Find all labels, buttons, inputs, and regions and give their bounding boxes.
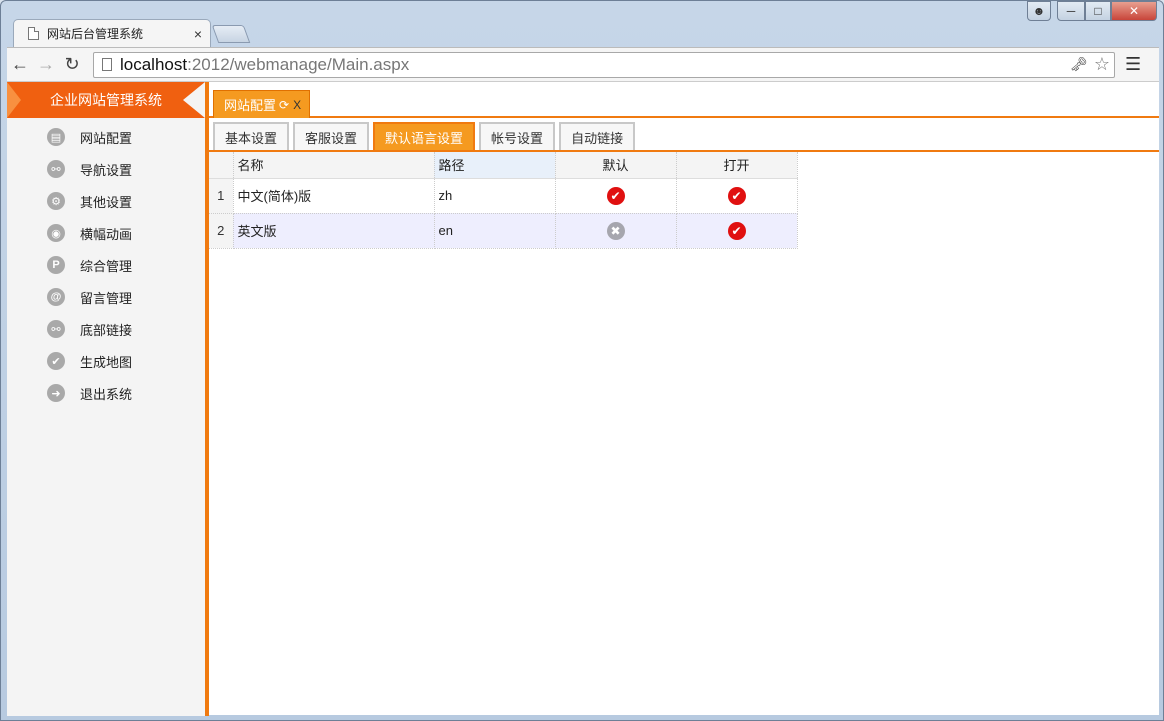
- sidebar-item-label: 综合管理: [80, 258, 133, 274]
- sidebar-item[interactable]: ▤ 网站配置: [7, 121, 205, 153]
- list-icon: ▤: [47, 128, 65, 146]
- minimize-button[interactable]: ─: [1057, 1, 1085, 21]
- sidebar-item-label: 其他设置: [80, 194, 133, 210]
- row-number: 2: [209, 213, 234, 249]
- key-icon[interactable]: 🗝: [1070, 56, 1088, 73]
- check-icon: ✔: [47, 352, 65, 370]
- menu-icon[interactable]: ☰: [1125, 54, 1141, 75]
- window-controls: ☻ ─ □ ✕: [1027, 1, 1157, 21]
- sidebar-item[interactable]: ◉ 横幅动画: [7, 217, 205, 249]
- sidebar-menu: ▤ 网站配置 ⚯ 导航设置 ⚙ 其他设置 ◉ 横幅动画 P 综合管理 @ 留言管理 ⚯ 底部链接 ✔ 生成地图…: [7, 118, 205, 409]
- address-bar[interactable]: localhost :2012/webmanage/Main.aspx 🗝 ☆: [93, 51, 1115, 78]
- page-content: 企业网站管理系统 ▤ 网站配置 ⚯ 导航设置 ⚙ 其他设置 ◉ 横幅动画 P 综合管理 @ 留言管理 ⚯…: [7, 81, 1159, 716]
- inner-tab[interactable]: 默认语言设置: [373, 122, 476, 150]
- default-column-header[interactable]: 默认: [555, 152, 677, 179]
- default-cell: ✔: [555, 178, 677, 214]
- new-tab-button[interactable]: [211, 25, 251, 43]
- path-cell: en: [434, 213, 556, 249]
- open-cell: ✔: [676, 178, 798, 214]
- check-icon[interactable]: ✔: [606, 186, 625, 205]
- forward-icon[interactable]: →: [33, 54, 59, 75]
- user-icon[interactable]: ☻: [1027, 1, 1051, 21]
- path-cell: zh: [434, 178, 556, 214]
- url-host: localhost: [120, 54, 188, 74]
- sidebar-item-label: 横幅动画: [80, 226, 133, 242]
- page-icon: [102, 58, 112, 71]
- url-path: :2012/webmanage/Main.aspx: [187, 54, 410, 74]
- arrow-right-icon: ➜: [47, 384, 65, 402]
- sidebar-item-label: 生成地图: [80, 354, 133, 370]
- sidebar-item-label: 导航设置: [80, 162, 133, 178]
- path-column-header[interactable]: 路径: [434, 152, 556, 179]
- cross-icon[interactable]: ✖: [606, 221, 625, 240]
- sidebar-item[interactable]: @ 留言管理: [7, 281, 205, 313]
- camera-icon: ◉: [47, 224, 65, 242]
- star-icon[interactable]: ☆: [1094, 54, 1110, 75]
- sidebar-title: 企业网站管理系统: [7, 82, 205, 118]
- name-cell: 英文版: [233, 213, 435, 249]
- table-row[interactable]: 2 英文版 en ✖ ✔: [209, 213, 798, 249]
- row-number: 1: [209, 178, 234, 214]
- outer-tab-bar: 网站配置 ⟳ X: [209, 82, 1159, 118]
- inner-tab[interactable]: 帐号设置: [479, 122, 556, 150]
- open-column-header[interactable]: 打开: [676, 152, 798, 179]
- name-column-header[interactable]: 名称: [233, 152, 435, 179]
- default-cell: ✖: [555, 213, 677, 249]
- check-icon[interactable]: ✔: [727, 221, 746, 240]
- sidebar-item-label: 网站配置: [80, 130, 133, 146]
- inner-tab[interactable]: 自动链接: [559, 122, 636, 150]
- inner-tab[interactable]: 基本设置: [213, 122, 290, 150]
- check-icon[interactable]: ✔: [727, 186, 746, 205]
- close-icon[interactable]: X: [293, 98, 301, 112]
- open-cell: ✔: [676, 213, 798, 249]
- link-icon: ⚯: [47, 160, 65, 178]
- inner-tab-bar: 基本设置 客服设置 默认语言设置 帐号设置 自动链接: [209, 118, 1159, 152]
- name-cell: 中文(简体)版: [233, 178, 435, 214]
- close-window-button[interactable]: ✕: [1111, 1, 1157, 21]
- sidebar-item[interactable]: ✔ 生成地图: [7, 345, 205, 377]
- sidebar-item[interactable]: ⚯ 底部链接: [7, 313, 205, 345]
- sidebar-item-label: 退出系统: [80, 386, 133, 402]
- browser-tab[interactable]: 网站后台管理系统 ×: [13, 19, 211, 47]
- p-icon: P: [47, 256, 65, 274]
- at-icon: @: [47, 288, 65, 306]
- sidebar-item[interactable]: P 综合管理: [7, 249, 205, 281]
- table-header-row: 名称 路径 默认 打开: [209, 152, 798, 179]
- gear-icon: ⚙: [47, 192, 65, 210]
- back-icon[interactable]: ←: [7, 54, 33, 75]
- browser-window: 网站后台管理系统 × ☻ ─ □ ✕ ← → ↻ localhost :2012…: [0, 0, 1164, 721]
- browser-toolbar: ← → ↻ localhost :2012/webmanage/Main.asp…: [7, 47, 1159, 81]
- reload-icon[interactable]: ↻: [59, 54, 85, 75]
- sidebar-item[interactable]: ⚙ 其他设置: [7, 185, 205, 217]
- table-row[interactable]: 1 中文(简体)版 zh ✔ ✔: [209, 178, 798, 214]
- tab-strip: 网站后台管理系统 × ☻ ─ □ ✕: [1, 1, 1163, 47]
- sidebar-item[interactable]: ➜ 退出系统: [7, 377, 205, 409]
- sidebar-item-label: 底部链接: [80, 322, 133, 338]
- maximize-button[interactable]: □: [1085, 1, 1111, 21]
- sidebar: 企业网站管理系统 ▤ 网站配置 ⚯ 导航设置 ⚙ 其他设置 ◉ 横幅动画 P 综合管理 @ 留言管理 ⚯…: [7, 82, 205, 716]
- page-icon: [28, 27, 39, 40]
- sidebar-item[interactable]: ⚯ 导航设置: [7, 153, 205, 185]
- tab-close-icon[interactable]: ×: [194, 26, 202, 42]
- tab-site-config[interactable]: 网站配置 ⟳ X: [213, 90, 311, 118]
- language-table: 名称 路径 默认 打开 1 中文(简体)版 zh ✔ ✔ 2 英文版 en ✖ ✔: [209, 152, 798, 249]
- link-icon: ⚯: [47, 320, 65, 338]
- refresh-icon[interactable]: ⟳: [279, 98, 289, 112]
- main-panel: 网站配置 ⟳ X 基本设置 客服设置 默认语言设置 帐号设置 自动链接 名称 路径 默认…: [209, 82, 1159, 716]
- tab-title: 网站后台管理系统: [47, 27, 144, 41]
- sidebar-item-label: 留言管理: [80, 290, 133, 306]
- row-number-header: [209, 152, 234, 179]
- tab-label: 网站配置: [224, 98, 277, 113]
- inner-tab[interactable]: 客服设置: [293, 122, 370, 150]
